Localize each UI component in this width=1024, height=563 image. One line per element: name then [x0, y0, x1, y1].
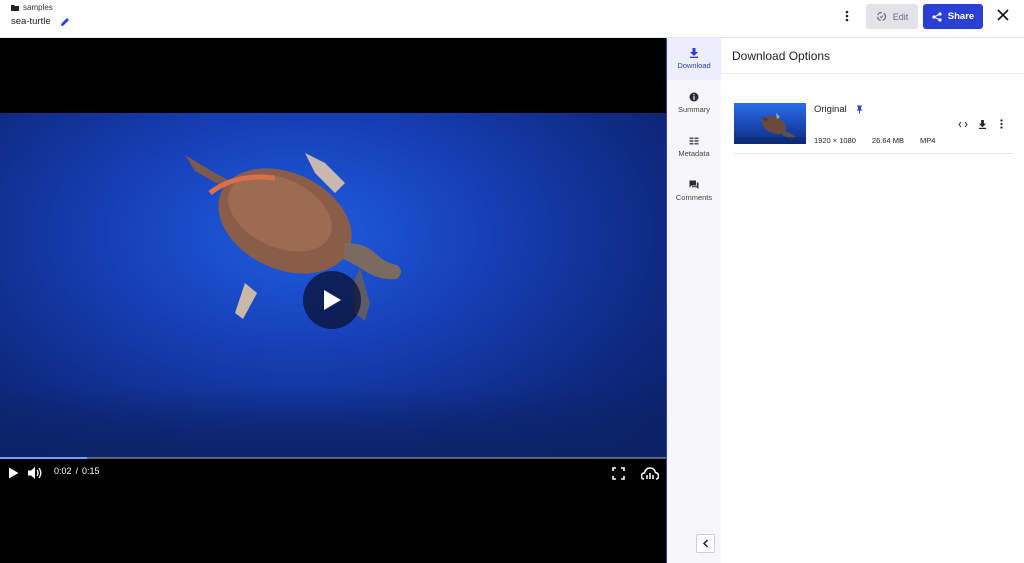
rendition-size: 26.64 MB — [871, 136, 905, 145]
fullscreen-button[interactable] — [611, 465, 626, 481]
download-rendition-button[interactable] — [976, 118, 988, 130]
turtle-thumbnail-image — [734, 113, 806, 144]
chevron-left-icon — [702, 539, 709, 548]
tab-summary-label: Summary — [677, 105, 711, 114]
close-icon — [996, 8, 1009, 21]
embed-code-icon — [958, 121, 968, 127]
metadata-icon — [689, 137, 699, 145]
more-options-button[interactable] — [840, 8, 854, 24]
more-vertical-icon — [999, 119, 1003, 129]
time-separator: / — [75, 466, 79, 476]
panel-title: Download Options — [732, 49, 831, 63]
breadcrumb[interactable]: samples — [11, 3, 53, 12]
play-icon — [8, 467, 18, 479]
stream-button[interactable] — [640, 465, 660, 481]
edit-sync-icon — [876, 11, 886, 22]
tab-summary[interactable]: Summary — [667, 82, 721, 124]
tab-comments[interactable]: Comments — [667, 170, 721, 212]
pin-icon[interactable] — [856, 105, 863, 114]
rendition-thumbnail — [734, 103, 806, 144]
rendition-row-original[interactable]: Original 1920 × 1080 26.64 MB MP4 — [733, 98, 1012, 154]
current-time: 0:02 — [54, 466, 72, 476]
asset-title: sea-turtle — [11, 16, 51, 27]
side-tab-rail: Download Summary Metadata Comments — [666, 38, 721, 563]
tab-download-label: Download — [677, 61, 711, 70]
download-icon — [978, 119, 986, 129]
rendition-name-row: Original — [814, 104, 863, 115]
cloud-stream-icon — [641, 466, 659, 480]
edit-button-label: Edit — [892, 11, 909, 22]
tab-metadata-label: Metadata — [678, 149, 710, 158]
download-options-panel: Download Options Original 1920 × 1080 26… — [721, 38, 1024, 563]
time-display: 0:02 / 0:15 — [54, 466, 100, 476]
info-icon — [689, 92, 699, 102]
rendition-format: MP4 — [920, 136, 936, 145]
rendition-more-button[interactable] — [995, 118, 1007, 130]
play-button[interactable] — [6, 465, 20, 481]
video-player[interactable]: 0:02 / 0:15 — [0, 38, 666, 563]
rendition-meta: 1920 × 1080 26.64 MB MP4 — [814, 136, 935, 145]
asset-title-row: sea-turtle — [11, 16, 70, 27]
collapse-panel-button[interactable] — [696, 534, 715, 553]
folder-icon — [11, 5, 19, 11]
embed-button[interactable] — [957, 118, 969, 130]
panel-divider — [721, 73, 1024, 74]
progress-fill — [0, 457, 87, 459]
more-vertical-icon — [845, 10, 849, 22]
share-button-label: Share — [947, 11, 975, 22]
rendition-dimensions: 1920 × 1080 — [814, 136, 856, 145]
tab-download[interactable]: Download — [667, 38, 721, 80]
top-header: samples sea-turtle Edit Share — [0, 0, 1024, 38]
volume-button[interactable] — [26, 465, 44, 481]
progress-bar[interactable] — [0, 457, 666, 459]
rendition-name: Original — [814, 104, 847, 115]
video-frame[interactable] — [0, 113, 666, 458]
sea-turtle-image — [185, 153, 401, 321]
edit-button[interactable]: Edit — [866, 4, 918, 29]
play-overlay-button[interactable] — [303, 271, 361, 329]
download-icon — [690, 48, 698, 58]
tab-comments-label: Comments — [675, 193, 713, 202]
player-controls: 0:02 / 0:15 — [0, 455, 666, 487]
duration: 0:15 — [82, 466, 100, 476]
share-icon — [932, 11, 942, 22]
fullscreen-icon — [612, 466, 625, 480]
play-circle-icon — [324, 290, 341, 310]
comments-icon — [689, 180, 699, 189]
seabed-shadow — [0, 388, 666, 458]
breadcrumb-folder[interactable]: samples — [23, 3, 53, 12]
pencil-icon[interactable] — [60, 17, 70, 27]
close-button[interactable] — [994, 6, 1011, 23]
share-button[interactable]: Share — [923, 4, 983, 29]
tab-metadata[interactable]: Metadata — [667, 126, 721, 168]
volume-icon — [28, 467, 42, 479]
